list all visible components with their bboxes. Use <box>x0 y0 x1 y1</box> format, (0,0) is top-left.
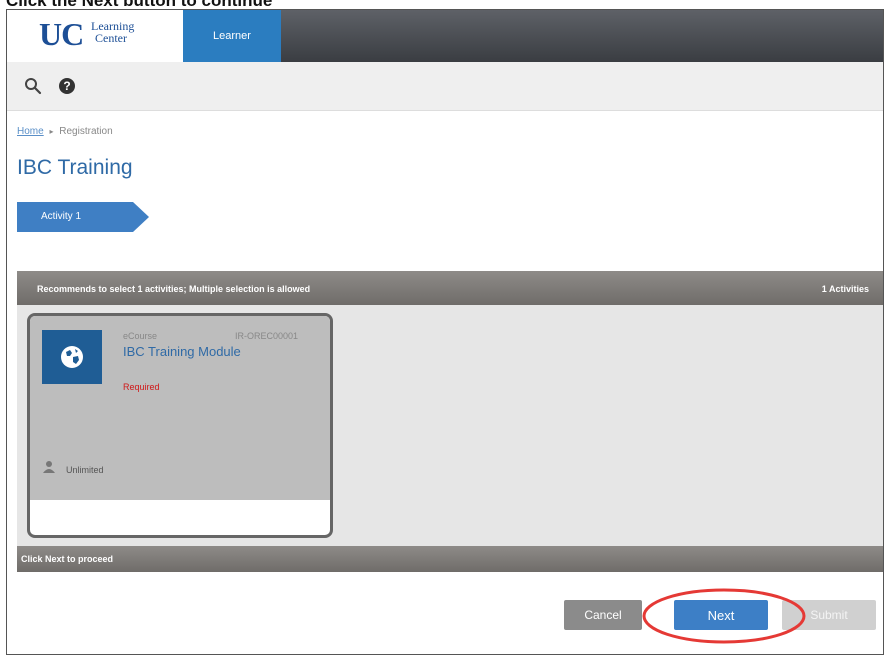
step-arrow-shape <box>17 202 149 232</box>
step-activity-1[interactable]: Activity 1 <box>17 202 149 232</box>
search-icon[interactable] <box>21 74 45 98</box>
activity-type: eCourse <box>123 331 158 341</box>
top-navigation-bar: UC Learning Center Learner <box>7 10 883 62</box>
breadcrumb-current: Registration <box>59 126 113 137</box>
activities-list: eCourse IR-OREC00001 IBC Training Module… <box>17 305 883 546</box>
tab-learner[interactable]: Learner <box>183 10 281 62</box>
seat-availability: Unlimited <box>66 465 104 475</box>
activities-header-bar: Recommends to select 1 activities; Multi… <box>17 271 883 305</box>
selection-recommendation: Recommends to select 1 activities; Multi… <box>37 284 311 294</box>
toolbar: ? <box>7 62 883 111</box>
breadcrumb-separator: ▸ <box>49 127 54 136</box>
required-label: Required <box>123 382 160 392</box>
activity-card-content: eCourse IR-OREC00001 IBC Training Module… <box>30 316 330 500</box>
globe-icon <box>42 330 102 384</box>
uc-learning-center-logo[interactable]: UC Learning Center <box>7 10 183 62</box>
app-window: UC Learning Center Learner ? Home ▸ Regi… <box>6 9 884 655</box>
breadcrumb-home-link[interactable]: Home <box>17 126 44 137</box>
activity-card[interactable]: eCourse IR-OREC00001 IBC Training Module… <box>27 313 333 538</box>
activity-code: IR-OREC00001 <box>235 331 299 341</box>
cancel-button[interactable]: Cancel <box>564 600 642 630</box>
breadcrumb: Home ▸ Registration <box>17 126 113 137</box>
highlight-circle <box>642 588 806 644</box>
help-icon[interactable]: ? <box>55 74 79 98</box>
step-label: Activity 1 <box>41 211 82 222</box>
logo-subtitle: Learning Center <box>91 20 134 44</box>
page-title: IBC Training <box>17 156 133 179</box>
logo-uc-text: UC <box>39 16 84 52</box>
logo-line-center: Center <box>95 31 127 45</box>
activity-title-link[interactable]: IBC Training Module <box>123 344 241 359</box>
user-icon <box>42 460 56 479</box>
activities-count: 1 Activities <box>821 284 869 294</box>
proceed-hint-bar: Click Next to proceed <box>17 546 883 572</box>
proceed-hint: Click Next to proceed <box>21 554 114 564</box>
svg-text:?: ? <box>63 79 70 93</box>
